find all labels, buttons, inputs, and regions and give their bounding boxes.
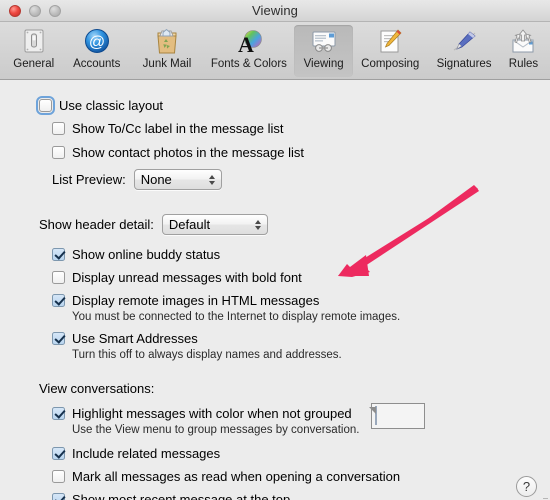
checkbox-smart-addresses[interactable]	[52, 331, 65, 345]
popup-list-preview[interactable]: None	[133, 169, 222, 190]
checkbox-unread-bold-font[interactable]	[52, 270, 65, 284]
toolbar-item-viewing[interactable]: Viewing	[293, 25, 354, 77]
preferences-toolbar: General @ Accounts Junk Mail A Fonts & C…	[0, 22, 550, 80]
checkbox-include-related[interactable]	[52, 446, 65, 460]
label-show-buddy-status: Show online buddy status	[72, 246, 221, 262]
label-use-classic-layout: Use classic layout	[59, 97, 164, 113]
resize-grip[interactable]	[536, 494, 548, 500]
toolbar-label-fonts-colors: Fonts & Colors	[210, 58, 287, 70]
row-highlight-color: Highlight messages with color when not g…	[52, 403, 550, 436]
label-show-contact-photos: Show contact photos in the message list	[72, 144, 304, 160]
toolbar-item-junk-mail[interactable]: Junk Mail	[130, 25, 204, 77]
toolbar-item-accounts[interactable]: @ Accounts	[63, 25, 130, 77]
option-show-contact-photos[interactable]: Show contact photos in the message list	[52, 143, 550, 161]
sublabel-smart-addresses: Turn this off to always display names an…	[72, 349, 342, 361]
checkbox-mark-read[interactable]	[52, 469, 65, 483]
toolbar-item-signatures[interactable]: Signatures	[427, 25, 501, 77]
preferences-window: Viewing General @ Accounts Junk Mail A F…	[0, 0, 550, 500]
svg-text:A: A	[238, 32, 254, 56]
toolbar-item-rules[interactable]: Rules	[501, 25, 546, 77]
general-icon	[18, 28, 50, 56]
label-header-detail: Show header detail:	[39, 217, 154, 232]
option-use-classic-layout[interactable]: Use classic layout	[36, 95, 550, 115]
stepper-arrows-icon	[208, 174, 215, 185]
heading-view-conversations: View conversations:	[39, 381, 155, 396]
checkbox-show-buddy-status[interactable]	[52, 247, 65, 261]
help-button[interactable]: ?	[516, 476, 537, 497]
option-mark-read[interactable]: Mark all messages as read when opening a…	[52, 467, 550, 485]
toolbar-label-junk-mail: Junk Mail	[142, 58, 192, 70]
minimize-button[interactable]	[29, 4, 41, 17]
label-include-related: Include related messages	[72, 445, 221, 461]
row-list-preview: List Preview: None	[52, 169, 550, 190]
composing-icon	[374, 28, 406, 56]
toolbar-item-composing[interactable]: Composing	[353, 25, 427, 77]
signatures-icon	[448, 28, 480, 56]
label-show-tocc: Show To/Cc label in the message list	[72, 120, 284, 136]
checkbox-highlight-color[interactable]	[52, 406, 65, 420]
close-button[interactable]	[9, 4, 21, 17]
label-smart-addresses: Use Smart Addresses	[72, 330, 198, 346]
toolbar-label-accounts: Accounts	[73, 58, 121, 70]
checkbox-display-remote-images[interactable]	[52, 293, 65, 307]
rules-icon	[507, 28, 539, 56]
option-highlight-color[interactable]: Highlight messages with color when not g…	[52, 404, 359, 422]
viewing-preferences-pane: Use classic layout Show To/Cc label in t…	[0, 80, 550, 500]
popup-header-detail-value: Default	[168, 217, 211, 232]
checkbox-use-classic-layout[interactable]	[36, 95, 55, 115]
popup-header-detail[interactable]: Default	[161, 214, 268, 235]
toolbar-label-rules: Rules	[508, 58, 539, 70]
option-show-tocc-label[interactable]: Show To/Cc label in the message list	[52, 119, 550, 137]
row-header-detail: Show header detail: Default	[39, 214, 550, 235]
zoom-button[interactable]	[49, 4, 61, 17]
label-highlight-color: Highlight messages with color when not g…	[72, 405, 352, 421]
toolbar-label-composing: Composing	[361, 58, 420, 70]
junk-mail-icon	[151, 28, 183, 56]
title-bar: Viewing	[0, 0, 550, 22]
option-include-related[interactable]: Include related messages	[52, 444, 550, 462]
option-recent-top[interactable]: Show most recent message at the top	[52, 490, 550, 500]
color-well-highlight[interactable]	[371, 403, 426, 429]
label-unread-bold-font: Display unread messages with bold font	[72, 269, 302, 285]
window-controls	[9, 4, 61, 17]
color-swatch	[375, 406, 378, 425]
popup-list-preview-value: None	[140, 172, 172, 187]
toolbar-label-viewing: Viewing	[303, 58, 344, 70]
label-mark-read: Mark all messages as read when opening a…	[72, 468, 401, 484]
toolbar-item-fonts-colors[interactable]: A Fonts & Colors	[204, 25, 294, 77]
window-title: Viewing	[252, 3, 298, 18]
checkbox-recent-top[interactable]	[52, 492, 65, 500]
svg-text:@: @	[89, 34, 105, 51]
label-display-remote-images: Display remote images in HTML messages	[72, 292, 320, 308]
accounts-at-icon: @	[81, 28, 113, 56]
toolbar-item-general[interactable]: General	[4, 25, 63, 77]
help-button-label: ?	[522, 479, 531, 494]
toolbar-label-general: General	[13, 58, 55, 70]
toolbar-label-signatures: Signatures	[436, 58, 492, 70]
option-display-remote-images[interactable]: Display remote images in HTML messages	[52, 291, 550, 309]
checkbox-show-contact-photos[interactable]	[52, 145, 65, 159]
option-show-buddy-status[interactable]: Show online buddy status	[52, 245, 550, 263]
option-unread-bold-font[interactable]: Display unread messages with bold font	[52, 268, 550, 286]
sublabel-display-remote-images: You must be connected to the Internet to…	[72, 311, 401, 323]
label-list-preview: List Preview:	[52, 172, 126, 187]
option-smart-addresses[interactable]: Use Smart Addresses	[52, 329, 550, 347]
viewing-icon	[308, 28, 340, 56]
sublabel-highlight-color: Use the View menu to group messages by c…	[72, 424, 360, 436]
label-recent-top: Show most recent message at the top	[72, 491, 291, 500]
stepper-arrows-icon	[254, 219, 261, 230]
fonts-colors-icon: A	[233, 28, 265, 57]
checkbox-show-tocc-label[interactable]	[52, 121, 65, 135]
